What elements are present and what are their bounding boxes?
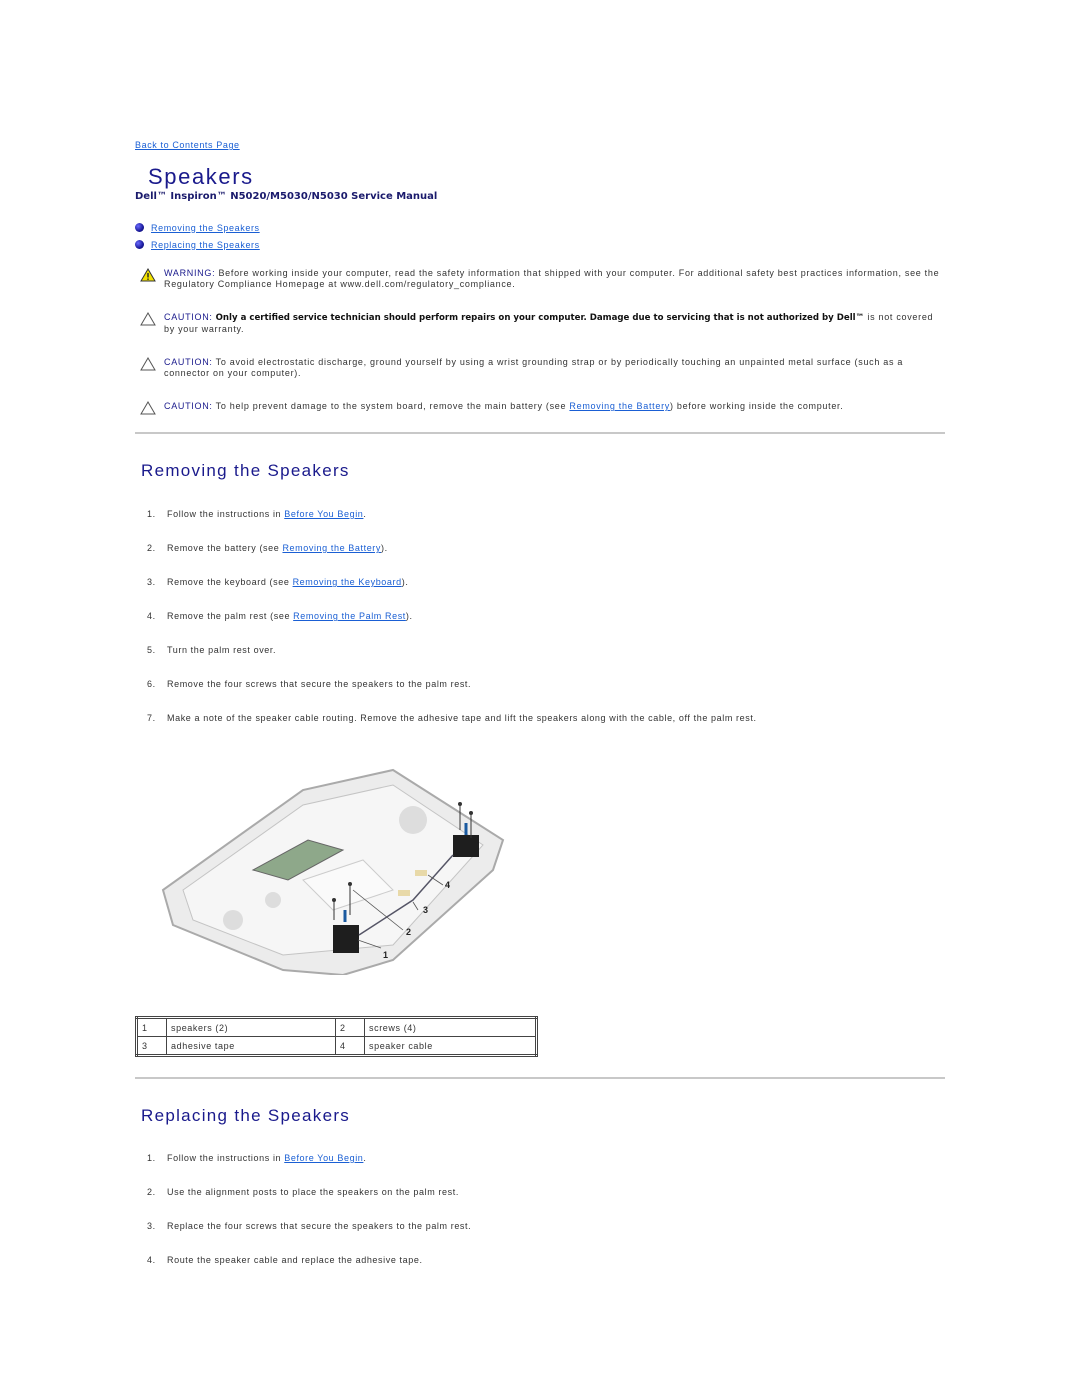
table-of-contents: Removing the Speakers Replacing the Spea… (135, 219, 260, 253)
warning-notice: WARNING: Before working inside your comp… (135, 268, 945, 290)
adhesive-tape (415, 870, 427, 876)
callout-3: 3 (423, 905, 428, 915)
notice-label: WARNING: (164, 268, 216, 278)
speaker-left (333, 925, 359, 953)
notice-label: CAUTION: (164, 357, 213, 367)
caution-notice: CAUTION: To avoid electrostatic discharg… (135, 357, 945, 379)
replacing-steps: 1. Follow the instructions in Before You … (147, 1153, 471, 1289)
before-you-begin-link[interactable]: Before You Begin (284, 1153, 363, 1163)
divider (135, 432, 945, 434)
toc-link-replacing[interactable]: Replacing the Speakers (151, 240, 260, 250)
section-heading-removing: Removing the Speakers (141, 461, 350, 480)
notice-bold-text: Only a certified service technician shou… (212, 313, 865, 323)
removing-battery-link[interactable]: Removing the Battery (282, 543, 381, 553)
toc-item: Replacing the Speakers (135, 236, 260, 253)
toc-item: Removing the Speakers (135, 219, 260, 236)
speaker-removal-illustration: 1 2 3 4 (161, 768, 505, 975)
adhesive-tape (398, 890, 410, 896)
step: 1. Follow the instructions in Before You … (147, 509, 367, 519)
table-row: 3 adhesive tape 4 speaker cable (136, 1036, 537, 1056)
notice-text: Before working inside your computer, rea… (164, 268, 940, 289)
before-you-begin-link[interactable]: Before You Begin (284, 509, 363, 519)
removing-keyboard-link[interactable]: Removing the Keyboard (293, 577, 402, 587)
removing-palm-rest-link[interactable]: Removing the Palm Rest (293, 611, 406, 621)
bullet-icon (135, 223, 144, 232)
caution-icon (140, 357, 156, 371)
caution-icon (140, 401, 156, 415)
step: 2. Remove the battery (see Removing the B… (147, 543, 388, 553)
notice-label: CAUTION: (164, 401, 213, 411)
notice-label: CAUTION: (164, 312, 213, 322)
callout-legend-table: 1 speakers (2) 2 screws (4) 3 adhesive t… (135, 1016, 538, 1057)
notice-text: To help prevent damage to the system boa… (212, 401, 570, 411)
toc-link-removing[interactable]: Removing the Speakers (151, 223, 260, 233)
step: 4. Remove the palm rest (see Removing the… (147, 611, 413, 621)
divider (135, 1077, 945, 1079)
caution-notice: CAUTION: To help prevent damage to the s… (135, 401, 945, 415)
step: 3. Remove the keyboard (see Removing the … (147, 577, 409, 587)
speaker-right (453, 835, 479, 857)
table-row: 1 speakers (2) 2 screws (4) (136, 1017, 537, 1037)
step: 3. Replace the four screws that secure th… (147, 1221, 472, 1231)
caution-icon (140, 312, 156, 326)
removing-steps: 1. Follow the instructions in Before You … (147, 509, 757, 747)
manual-subtitle: Dell™ Inspiron™ N5020/M5030/N5030 Servic… (135, 191, 438, 202)
removing-battery-link[interactable]: Removing the Battery (569, 401, 670, 411)
caution-notice: CAUTION: Only a certified service techni… (135, 312, 945, 335)
callout-2: 2 (406, 927, 411, 937)
back-to-contents-link[interactable]: Back to Contents Page (135, 140, 240, 150)
step: 1. Follow the instructions in Before You … (147, 1153, 367, 1163)
section-heading-replacing: Replacing the Speakers (141, 1106, 351, 1125)
callout-1: 1 (383, 950, 388, 960)
step: 6. Remove the four screws that secure the… (147, 679, 472, 689)
notices: WARNING: Before working inside your comp… (135, 268, 945, 434)
bullet-icon (135, 240, 144, 249)
notice-text: To avoid electrostatic discharge, ground… (164, 357, 904, 378)
step: 7. Make a note of the speaker cable routi… (147, 713, 757, 723)
page-title: Speakers (148, 164, 254, 189)
step: 5. Turn the palm rest over. (147, 645, 277, 655)
step: 2. Use the alignment posts to place the s… (147, 1187, 459, 1197)
callout-4: 4 (445, 880, 450, 890)
step: 4. Route the speaker cable and replace th… (147, 1255, 423, 1265)
warning-icon (140, 268, 156, 282)
notice-text: ) before working inside the computer. (669, 401, 844, 411)
